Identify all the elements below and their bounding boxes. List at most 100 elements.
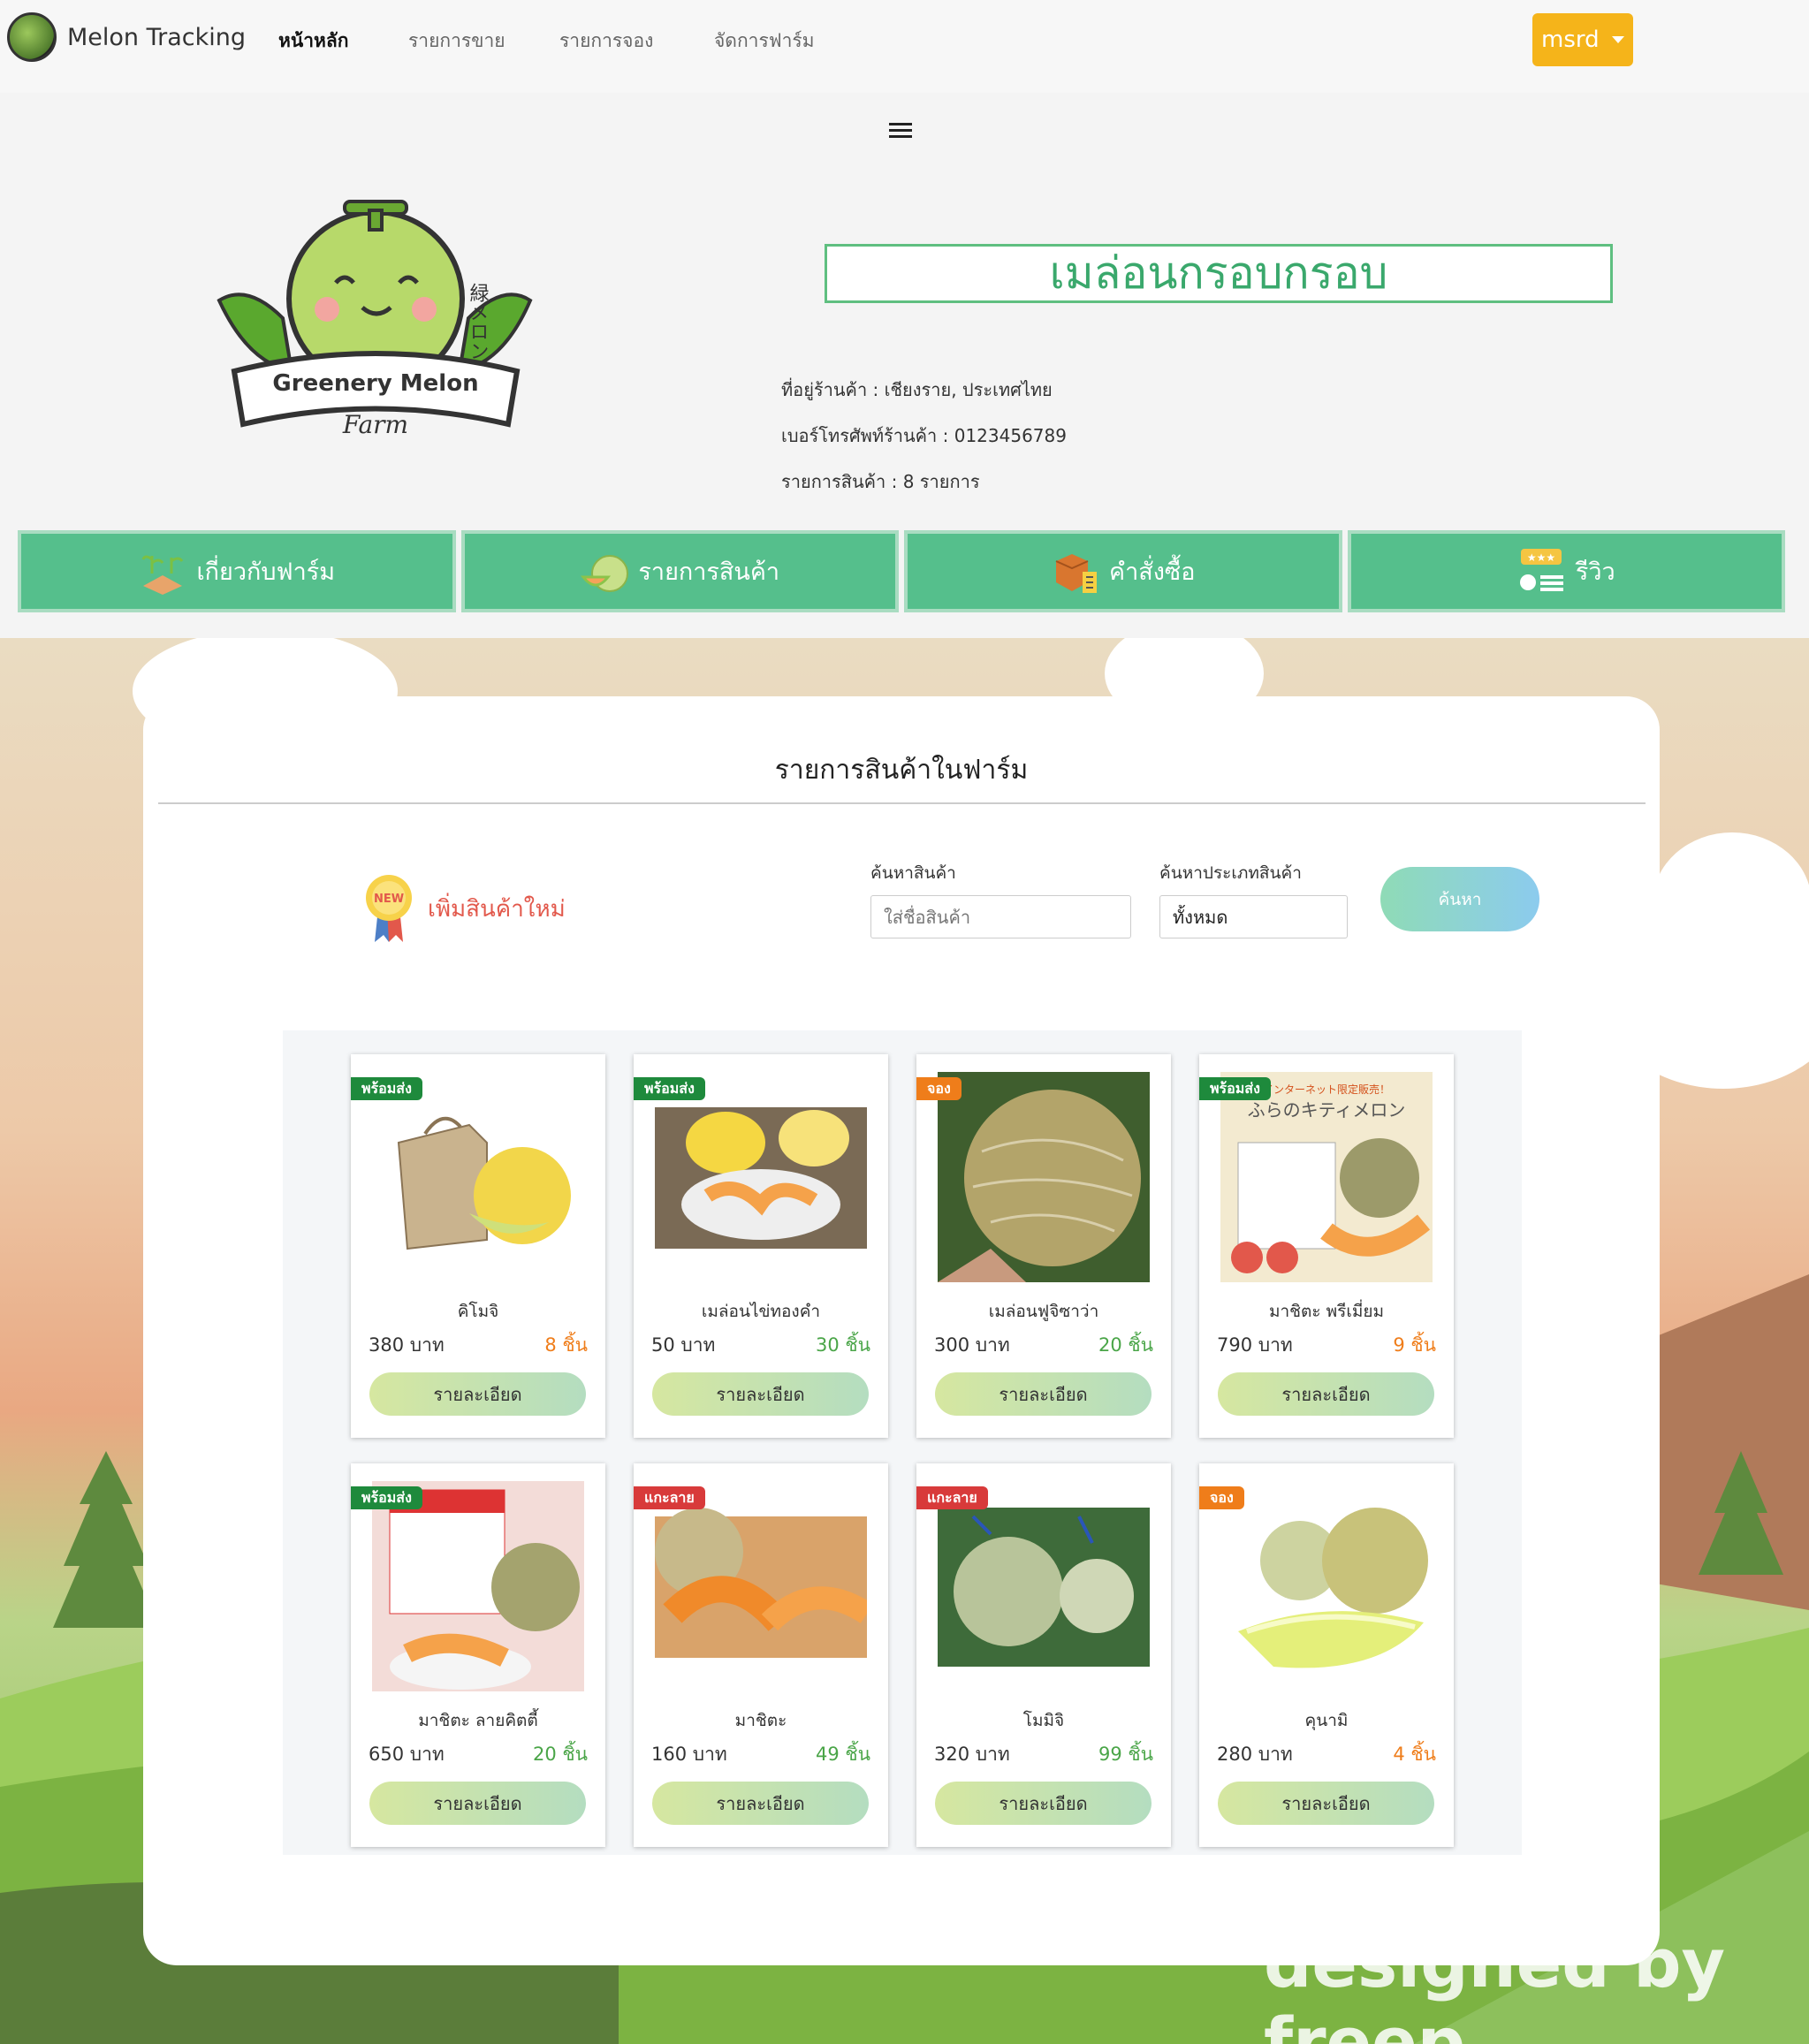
top-navbar: Melon Tracking หน้าหลัก รายการขาย รายการ…	[0, 0, 1809, 93]
product-price: 160 บาท	[651, 1744, 727, 1765]
product-image	[1220, 1481, 1433, 1691]
type-select[interactable]: ทั้งหมด	[1159, 895, 1348, 938]
product-price: 380 บาท	[369, 1334, 445, 1356]
shop-logo: Greenery Melon Farm 緑メロン	[212, 194, 539, 451]
logo-title: Greenery Melon	[272, 370, 478, 397]
product-name: มาชิตะ	[734, 1711, 787, 1730]
product-image	[655, 1072, 867, 1282]
nav-link-reservations[interactable]: รายการจอง	[559, 27, 653, 56]
type-label: ค้นหาประเภทสินค้า	[1159, 863, 1302, 883]
product-image	[938, 1072, 1150, 1282]
logo-subtitle: Farm	[342, 410, 408, 439]
add-new-product-button[interactable]: NEW เพิ่มสินค้าใหม่	[364, 873, 566, 944]
product-name: เมล่อนไข่ทองคำ	[701, 1302, 821, 1321]
product-price: 300 บาท	[934, 1334, 1010, 1356]
product-image	[938, 1481, 1150, 1691]
product-card[interactable]: พร้อมส่ง มาชิตะ ลายคิตตี้ 650 บาท 20 ชิ้…	[351, 1463, 605, 1847]
product-name: มาชิตะ พรีเมี่ยม	[1268, 1302, 1385, 1321]
details-button[interactable]: รายละเอียด	[369, 1782, 586, 1825]
status-badge: จอง	[916, 1077, 962, 1100]
product-stock: 30 ชิ้น	[815, 1334, 870, 1356]
search-input[interactable]: ใส่ชื่อสินค้า	[870, 895, 1131, 938]
order-box-icon	[1055, 553, 1098, 593]
product-card[interactable]: พร้อมส่ง เมล่อนไข่ทองคำ 50 บาท 30 ชิ้น ร…	[634, 1054, 888, 1438]
shop-address: ที่อยู่ร้านค้า : เชียงราย, ประเทศไทย	[781, 379, 1053, 400]
product-stock: 8 ชิ้น	[544, 1334, 588, 1356]
product-card[interactable]: จอง เมล่อนฟูจิซาว่า 300 บาท 20 ชิ้น รายล…	[916, 1054, 1171, 1438]
status-badge: พร้อมส่ง	[351, 1077, 422, 1100]
user-name: msrd	[1541, 27, 1600, 53]
product-name: มาชิตะ ลายคิตตี้	[418, 1711, 538, 1730]
search-button[interactable]: ค้นหา	[1380, 867, 1539, 931]
details-button[interactable]: รายละเอียด	[652, 1782, 869, 1825]
tab-reviews[interactable]: ★★★ รีวิว	[1347, 530, 1785, 612]
product-name: โมมิจิ	[1022, 1711, 1065, 1730]
nav-link-home[interactable]: หน้าหลัก	[278, 27, 348, 56]
brand[interactable]: Melon Tracking	[7, 12, 246, 62]
products-panel: รายการสินค้าในฟาร์ม NEW เพิ่มสินค้าใหม่ …	[143, 696, 1660, 1965]
product-price: 320 บาท	[934, 1744, 1010, 1765]
hamburger-menu-icon[interactable]	[889, 123, 912, 139]
product-stock: 99 ชิ้น	[1098, 1744, 1153, 1765]
tab-orders[interactable]: คำสั่งซื้อ	[904, 530, 1342, 612]
product-card[interactable]: แกะลาย มาชิตะ 160 บาท 49 ชิ้น รายละเอียด	[634, 1463, 888, 1847]
product-price: 650 บาท	[369, 1744, 445, 1765]
product-stock: 9 ชิ้น	[1393, 1334, 1436, 1356]
details-button[interactable]: รายละเอียด	[935, 1782, 1152, 1825]
tab-label: คำสั่งซื้อ	[1109, 558, 1196, 586]
product-stock: 4 ชิ้น	[1393, 1744, 1436, 1765]
tab-label: เกี่ยวกับฟาร์ม	[196, 558, 336, 586]
caret-down-icon	[1611, 36, 1624, 43]
details-button[interactable]: รายละเอียด	[1218, 1782, 1434, 1825]
shop-name: เมล่อนกรอบกรอบ	[825, 244, 1613, 303]
product-price: 790 บาท	[1217, 1334, 1293, 1356]
product-card[interactable]: จอง คุนามิ 280 บาท 4 ชิ้น รายละเอียด	[1199, 1463, 1454, 1847]
product-card[interactable]: พร้อมส่ง คิโมจิ 380 บาท 8 ชิ้น รายละเอีย…	[351, 1054, 605, 1438]
divider	[158, 802, 1646, 804]
user-menu-button[interactable]: msrd	[1532, 13, 1633, 66]
product-card[interactable]: แกะลาย โมมิจิ 320 บาท 99 ชิ้น รายละเอียด	[916, 1463, 1171, 1847]
status-badge: พร้อมส่ง	[1199, 1077, 1271, 1100]
details-button[interactable]: รายละเอียด	[369, 1372, 586, 1416]
review-stars-icon: ★★★	[1519, 548, 1563, 591]
details-button[interactable]: รายละเอียด	[1218, 1372, 1434, 1416]
farm-icon	[142, 555, 184, 595]
product-name: เมล่อนฟูจิซาว่า	[988, 1302, 1099, 1321]
add-new-label: เพิ่มสินค้าใหม่	[428, 895, 566, 923]
nav-link-sales[interactable]: รายการขาย	[408, 27, 505, 56]
product-image: インターネット限定販売！ ふらのキティメロン	[1220, 1072, 1433, 1282]
new-badge-text: NEW	[374, 893, 404, 906]
status-badge: จอง	[1199, 1486, 1244, 1509]
product-grid: พร้อมส่ง คิโมจิ 380 บาท 8 ชิ้น รายละเอีย…	[283, 1030, 1522, 1855]
shop-product-count: รายการสินค้า : 8 รายการ	[781, 471, 980, 492]
nav-link-manage-farm[interactable]: จัดการฟาร์ม	[714, 27, 815, 56]
tab-about-farm[interactable]: เกี่ยวกับฟาร์ม	[18, 530, 456, 612]
product-card[interactable]: インターネット限定販売！ ふらのキティメロン พร้อมส่ง มาชิตะ พ…	[1199, 1054, 1454, 1438]
status-badge: พร้อมส่ง	[351, 1486, 422, 1509]
product-image	[372, 1072, 584, 1282]
details-button[interactable]: รายละเอียด	[935, 1372, 1152, 1416]
details-button[interactable]: รายละเอียด	[652, 1372, 869, 1416]
search-label: ค้นหาสินค้า	[870, 863, 956, 883]
product-price: 50 บาท	[651, 1334, 716, 1356]
status-badge: พร้อมส่ง	[634, 1077, 705, 1100]
svg-text:★★★: ★★★	[1527, 551, 1555, 564]
melon-logo-icon	[7, 12, 57, 62]
product-stock: 49 ชิ้น	[815, 1744, 870, 1765]
status-badge: แกะลาย	[916, 1486, 988, 1509]
logo-japanese: 緑メロン	[467, 283, 490, 361]
product-image	[655, 1481, 867, 1691]
product-4-header: インターネット限定販売！	[1263, 1083, 1390, 1096]
product-name: คิโมจิ	[457, 1302, 499, 1321]
product-image	[372, 1481, 584, 1691]
product-name: คุนามิ	[1304, 1711, 1349, 1730]
product-4-title: ふらのキティメロン	[1248, 1099, 1406, 1121]
shop-phone: เบอร์โทรศัพท์ร้านค้า : 0123456789	[781, 425, 1067, 446]
tab-products[interactable]: รายการสินค้า	[460, 530, 899, 612]
product-stock: 20 ชิ้น	[532, 1744, 588, 1765]
tab-label: รีวิว	[1575, 558, 1615, 586]
brand-name: Melon Tracking	[67, 23, 247, 51]
tab-label: รายการสินค้า	[638, 558, 780, 586]
melon-icon	[581, 554, 629, 592]
section-title: รายการสินค้าในฟาร์ม	[774, 755, 1029, 786]
